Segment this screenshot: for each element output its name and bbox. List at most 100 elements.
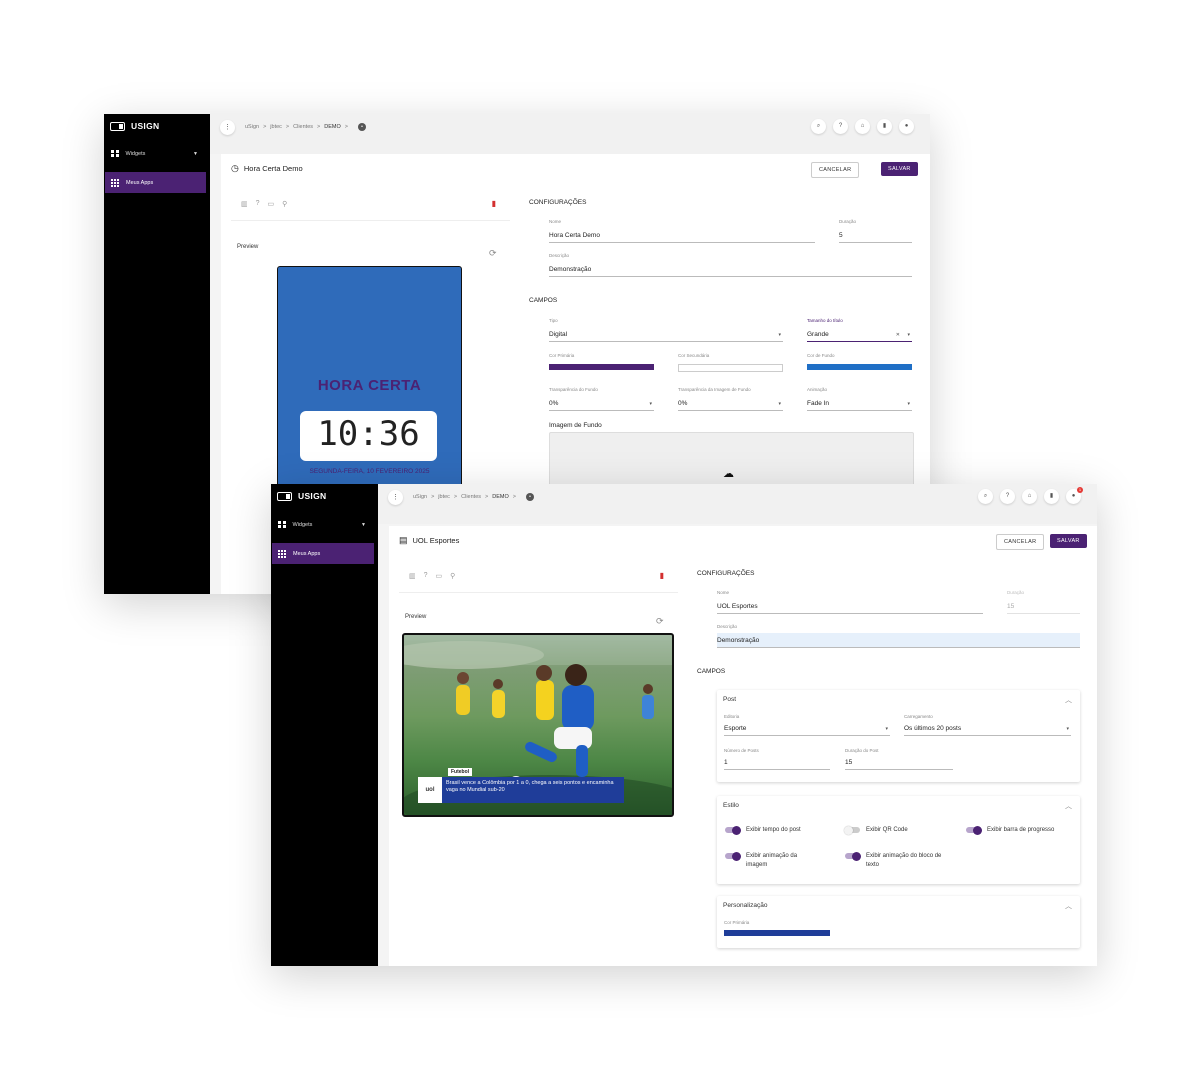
home-icon[interactable]: ⌂ — [855, 119, 870, 134]
toggle-switch-on[interactable] — [966, 825, 982, 835]
cor-primaria-field[interactable]: Cor Primária — [549, 353, 654, 370]
chevron-up-icon[interactable]: ︿ — [1065, 901, 1072, 911]
menu-dots-icon[interactable]: ⋮ — [220, 120, 235, 135]
personalizacao-card: Personalização ︿ Cor Primária — [717, 896, 1080, 948]
page-title-text: Hora Certa Demo — [243, 164, 303, 173]
menu-dots-icon[interactable]: ⋮ — [388, 490, 403, 505]
toggle-switch-on[interactable] — [725, 851, 741, 861]
close-icon[interactable]: ✕ — [896, 332, 900, 338]
location-icon[interactable]: ⚲ — [450, 572, 455, 580]
toggle-switch-off[interactable] — [844, 825, 860, 835]
nome-field[interactable]: Nome UOL Esportes — [717, 590, 983, 614]
cor-fundo-swatch — [807, 364, 912, 370]
news-headline: Brasil vence a Colômbia por 1 a 0, chega… — [442, 777, 624, 803]
duracao-post-field[interactable]: Duração do Post 15 — [845, 748, 953, 770]
bell-icon[interactable]: ● 1 — [1066, 487, 1083, 504]
search-icon[interactable]: ⌕ — [811, 119, 826, 134]
crumb-clientes[interactable]: Clientes — [293, 124, 313, 130]
apps-icon — [278, 549, 286, 558]
cancel-button[interactable]: CANCELAR — [811, 162, 860, 178]
tipo-label: Tipo — [549, 318, 558, 323]
trash-icon[interactable]: ▮ — [1044, 489, 1059, 504]
chart-icon[interactable]: ▥ — [409, 572, 416, 580]
brand-name: USIGN — [298, 491, 327, 501]
breadcrumb-add-icon[interactable]: • — [525, 493, 534, 501]
video-icon[interactable]: ▭ — [436, 572, 443, 580]
sidebar-item-widgets[interactable]: Widgets ▼ — [272, 514, 374, 535]
carregamento-select[interactable]: Carregamento Os últimos 20 posts ▾ — [904, 714, 1071, 736]
crumb-sep: > — [344, 124, 348, 130]
duracao-field[interactable]: Duração 5 — [839, 219, 912, 243]
imagem-fundo-label: Imagem de Fundo — [549, 422, 602, 429]
cancel-button[interactable]: CANCELAR — [996, 534, 1045, 550]
tamanho-select[interactable]: Tamanho do título Grande ✕ ▾ — [807, 318, 912, 342]
trash-icon[interactable]: ▮ — [877, 119, 892, 134]
animacao-select[interactable]: Animação Fade In ▾ — [807, 387, 912, 411]
sidebar-item-widgets[interactable]: Widgets ▼ — [105, 143, 206, 164]
help-icon[interactable]: ? — [424, 572, 428, 580]
notification-badge: 1 — [1077, 487, 1083, 493]
cor-secundaria-field[interactable]: Cor Secundária — [678, 353, 783, 372]
cor-fundo-label: Cor de Fundo — [807, 353, 835, 358]
delete-icon[interactable]: ▮ — [492, 199, 496, 208]
home-icon[interactable]: ⌂ — [1022, 489, 1037, 504]
descricao-label: Descrição — [717, 624, 738, 629]
toggle-animacao-imagem[interactable]: Exibir animação da imagem — [725, 851, 817, 869]
editoria-select[interactable]: Editoria Esporte ▾ — [724, 714, 890, 736]
location-icon[interactable]: ⚲ — [282, 200, 287, 208]
animacao-label: Animação — [807, 387, 828, 392]
crumb-clientes[interactable]: Clientes — [461, 494, 481, 500]
toggle-exibir-tempo[interactable]: Exibir tempo do post — [725, 825, 801, 835]
search-icon[interactable]: ⌕ — [978, 489, 993, 504]
toggle-animacao-texto[interactable]: Exibir animação do bloco de texto — [845, 851, 949, 869]
save-button[interactable]: SALVAR — [881, 162, 918, 176]
rotate-icon[interactable]: ⟳ — [656, 616, 664, 627]
delete-icon[interactable]: ▮ — [660, 571, 664, 580]
numero-posts-field[interactable]: Número de Posts 1 — [724, 748, 830, 770]
save-button[interactable]: SALVAR — [1050, 534, 1087, 548]
crumb-jbtec[interactable]: jbtec — [270, 124, 282, 130]
help-icon[interactable]: ? — [833, 119, 848, 134]
chart-icon[interactable]: ▥ — [241, 200, 248, 208]
toggle-exibir-barra[interactable]: Exibir barra de progresso — [966, 825, 1054, 835]
crumb-usign[interactable]: uSign — [413, 494, 427, 500]
preview-panel: ▥ ? ▭ ⚲ ▮ Preview ⟳ Futebol uol Brasil v… — [399, 562, 678, 962]
video-icon[interactable]: ▭ — [268, 200, 275, 208]
tipo-select[interactable]: Tipo Digital ▾ — [549, 318, 783, 342]
preview-label: Preview — [237, 244, 259, 250]
preview-label: Preview — [405, 614, 427, 620]
descricao-field[interactable]: Descrição Demonstração — [717, 624, 1080, 648]
descricao-field[interactable]: Descrição Demonstração — [549, 253, 912, 277]
crumb-sep: > — [431, 494, 435, 500]
sidebar-item-label: Meus Apps — [293, 550, 321, 557]
toggle-exibir-qr[interactable]: Exibir QR Code — [844, 825, 908, 835]
transparencia-fundo-select[interactable]: Transparência do Fundo 0% ▾ — [549, 387, 654, 411]
cor-fundo-field[interactable]: Cor de Fundo — [807, 353, 912, 370]
dropdown-arrow-icon: ▾ — [907, 332, 910, 338]
chevron-up-icon[interactable]: ︿ — [1065, 801, 1072, 811]
carregamento-value: Os últimos 20 posts — [904, 725, 962, 732]
nome-field[interactable]: Nome Hora Certa Demo — [549, 219, 815, 243]
chevron-up-icon[interactable]: ︿ — [1065, 695, 1072, 705]
crumb-usign[interactable]: uSign — [245, 124, 259, 130]
breadcrumb-add-icon[interactable]: • — [357, 123, 366, 131]
transparencia-imagem-select[interactable]: Transparência da Imagem de Fundo 0% ▾ — [678, 387, 783, 411]
transparencia-fundo-value: 0% — [549, 400, 559, 407]
bell-icon[interactable]: ● — [899, 119, 914, 134]
crumb-demo[interactable]: DEMO — [492, 494, 509, 500]
help-icon[interactable]: ? — [256, 200, 260, 208]
crumb-demo[interactable]: DEMO — [324, 124, 341, 130]
sidebar-item-my-apps[interactable]: Meus Apps — [105, 172, 206, 193]
rotate-icon[interactable]: ⟳ — [489, 248, 497, 259]
campos-heading: CAMPOS — [697, 668, 726, 675]
personalizacao-cor-field[interactable]: Cor Primária — [724, 920, 830, 937]
sidebar-item-label: Widgets — [292, 521, 313, 528]
widgets-icon — [111, 149, 119, 158]
help-icon[interactable]: ? — [1000, 489, 1015, 504]
toggle-switch-on[interactable] — [725, 825, 741, 835]
crumb-jbtec[interactable]: jbtec — [438, 494, 450, 500]
sidebar-item-my-apps[interactable]: Meus Apps — [272, 543, 374, 564]
preview-title: HORA CERTA — [317, 377, 422, 394]
toggle-switch-on[interactable] — [845, 851, 861, 861]
crumb-sep: > — [263, 124, 267, 130]
